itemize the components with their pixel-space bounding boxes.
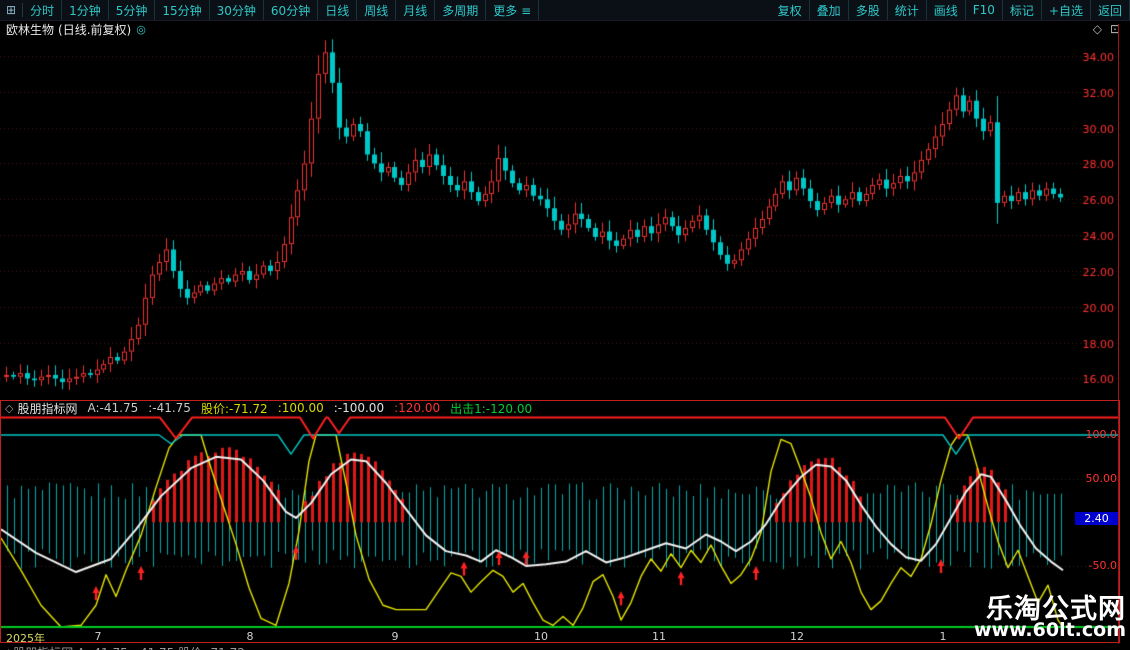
axis-month-11: 11 xyxy=(652,630,666,643)
indicator-header-seg-2: :-41.75 xyxy=(148,401,191,415)
diamond-icon: ◇ xyxy=(5,401,14,415)
menu-action-5[interactable]: F10 xyxy=(966,0,1003,20)
axis-month-7: 7 xyxy=(94,630,102,643)
main-chart-canvas[interactable] xyxy=(0,38,1120,400)
menu-action-4[interactable]: 画线 xyxy=(927,0,966,20)
top-toolbar: ⊞ 分时 1分钟 5分钟 15分钟 30分钟 60分钟 日线 周线 月线 多周期 更多 ≡ 复权 叠加… xyxy=(0,0,1130,21)
stock-title: 欧林生物 xyxy=(6,22,55,37)
menu-period-1[interactable]: 1分钟 xyxy=(62,0,109,20)
axis-month-10: 10 xyxy=(534,630,548,643)
menu-action-7[interactable]: +自选 xyxy=(1042,0,1091,20)
menu-action-1[interactable]: 叠加 xyxy=(810,0,849,20)
menu-period-10[interactable]: 更多 ≡ xyxy=(486,0,540,20)
menu-action-8[interactable]: 返回 xyxy=(1091,0,1130,20)
indicator-header-seg-1: A:-41.75 xyxy=(87,401,139,415)
indicator-header[interactable]: ◇ 股朋指标网 A:-41.75 :-41.75 股价:-71.72 :100.00 :-… xyxy=(1,401,1123,415)
stock-badge-icon[interactable]: ◎ xyxy=(136,23,146,36)
clipped-bottom-text: ◇股朋指标网 A:-41.75 :-41.75 股价:-71.72 xyxy=(4,644,245,650)
menu-action-2[interactable]: 多股 xyxy=(849,0,888,20)
axis-month-9: 9 xyxy=(391,630,399,643)
indicator-axis-label-0: 100.0 xyxy=(1085,428,1118,441)
indicator-header-seg-5: :-100.00 xyxy=(333,401,385,415)
title-icon-0[interactable]: ◇ xyxy=(1093,22,1102,36)
period-menu: 分时 1分钟 5分钟 15分钟 30分钟 60分钟 日线 周线 月线 多周期 更多 ≡ xyxy=(23,0,540,20)
axis-month-12: 12 xyxy=(790,630,804,643)
clipped-bottom-row: ◇股朋指标网 A:-41.75 :-41.75 股价:-71.72 xyxy=(0,643,1130,650)
menu-period-9[interactable]: 多周期 xyxy=(435,0,487,20)
right-frame-line xyxy=(1118,24,1119,644)
indicator-header-seg-7: 出击1:-120.00 xyxy=(450,401,533,416)
menu-action-0[interactable]: 复权 xyxy=(771,0,810,20)
indicator-axis-label-1: 50.00 xyxy=(1085,472,1118,485)
menu-action-6[interactable]: 标记 xyxy=(1003,0,1042,20)
indicator-header-seg-3: 股价:-71.72 xyxy=(200,401,268,416)
menu-action-3[interactable]: 统计 xyxy=(888,0,927,20)
grid-menu-icon[interactable]: ⊞ xyxy=(0,3,24,17)
chart-mode-label: (日线.前复权) xyxy=(58,22,132,37)
menu-period-2[interactable]: 5分钟 xyxy=(109,0,156,20)
watermark-url: www.60lt.com xyxy=(973,619,1126,641)
menu-period-0[interactable]: 分时 xyxy=(23,0,63,20)
title-bar: 欧林生物 (日线.前复权) ◎ ◇ ⊡ xyxy=(0,20,1130,38)
title-bar-icons: ◇ ⊡ xyxy=(1093,20,1120,38)
action-menu: 复权 叠加 多股 统计 画线 F10 标记 +自选 返回 xyxy=(771,0,1130,20)
menu-period-5[interactable]: 60分钟 xyxy=(264,0,319,20)
indicator-value-badge: 2.40 xyxy=(1075,512,1118,525)
indicator-header-seg-6: :120.00 xyxy=(394,401,441,415)
menu-period-6[interactable]: 日线 xyxy=(318,0,358,20)
axis-month-8: 8 xyxy=(246,630,254,643)
trading-app-window: ⊞ 分时 1分钟 5分钟 15分钟 30分钟 60分钟 日线 周线 月线 多周期 更多 ≡ 复权 叠加… xyxy=(0,0,1130,650)
indicator-header-seg-4: :100.00 xyxy=(277,401,324,415)
indicator-axis-label-2: -50.0 xyxy=(1088,559,1117,572)
menu-period-4[interactable]: 30分钟 xyxy=(210,0,264,20)
indicator-header-seg-0: 股朋指标网 xyxy=(17,401,78,416)
menu-period-7[interactable]: 周线 xyxy=(357,0,397,20)
menu-period-3[interactable]: 15分钟 xyxy=(155,0,210,20)
menu-period-8[interactable]: 月线 xyxy=(396,0,436,20)
